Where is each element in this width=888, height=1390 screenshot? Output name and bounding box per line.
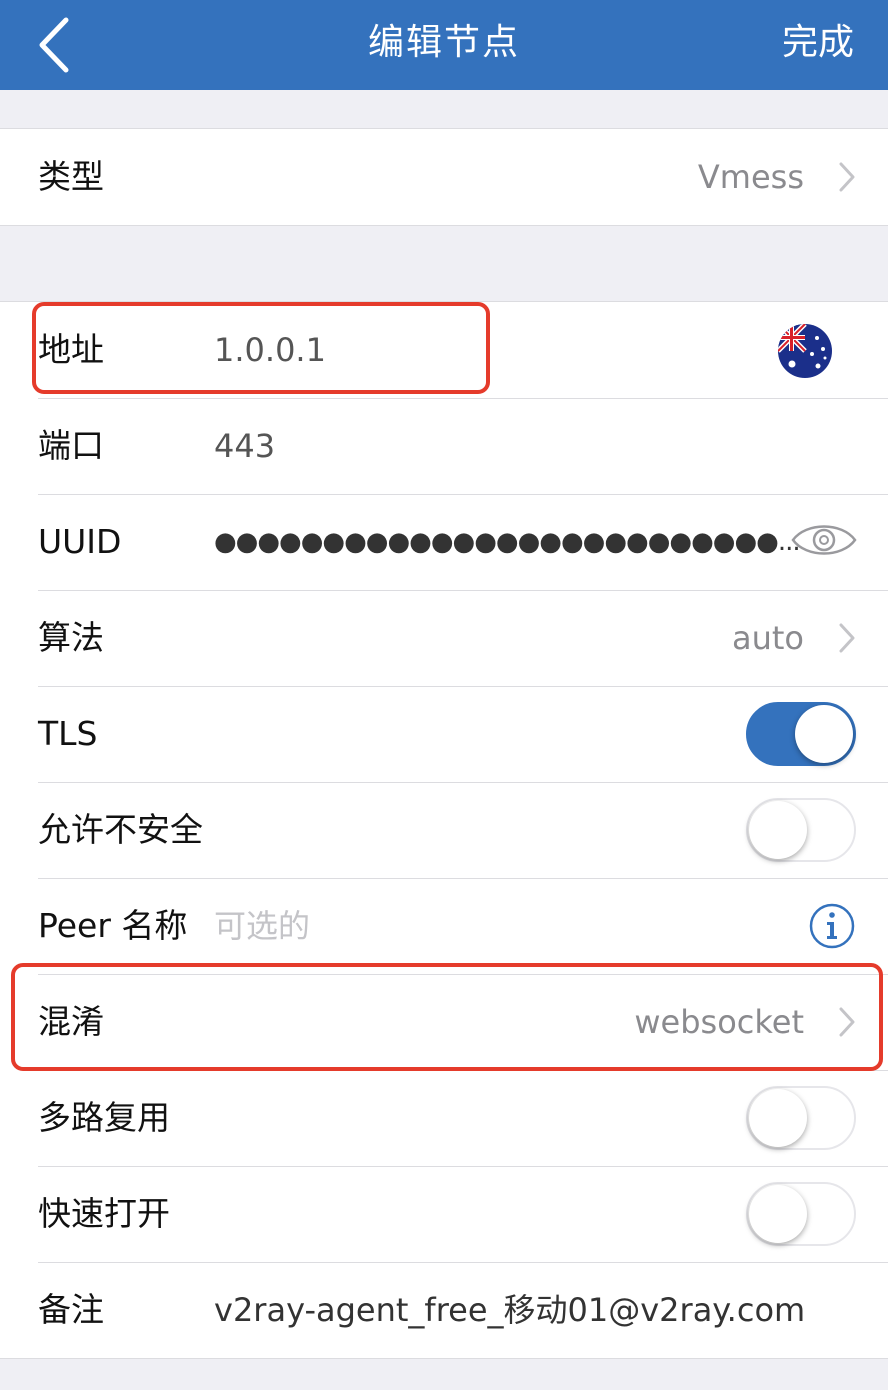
- type-label: 类型: [38, 157, 104, 196]
- eye-icon[interactable]: [790, 518, 858, 562]
- allow-insecure-toggle[interactable]: [746, 798, 856, 862]
- type-row[interactable]: 类型 Vmess: [0, 129, 888, 225]
- node-settings-group: 地址 1.0.0.1 端口 443 UUID ●●●●●●●●●●●●●●●●●…: [0, 301, 888, 1359]
- fast-open-label: 快速打开: [38, 1194, 170, 1233]
- fast-open-row: 快速打开: [0, 1166, 888, 1262]
- address-highlight-box: [32, 302, 490, 394]
- peer-name-field[interactable]: 可选的: [214, 878, 310, 974]
- type-value: Vmess: [697, 158, 804, 196]
- remark-field[interactable]: v2ray-agent_free_移动01@v2ray.com: [214, 1262, 805, 1358]
- peer-name-row: Peer 名称 可选的: [0, 878, 888, 974]
- toggle-knob: [749, 1089, 807, 1147]
- port-row: 端口 443: [0, 398, 888, 494]
- remark-label: 备注: [38, 1290, 104, 1329]
- obfuscation-highlight-box: [11, 963, 883, 1071]
- uuid-row: UUID ●●●●●●●●●●●●●●●●●●●●●●●●●●...: [0, 494, 888, 590]
- chevron-right-icon: [839, 623, 855, 653]
- algorithm-label: 算法: [38, 618, 104, 657]
- fast-open-toggle[interactable]: [746, 1182, 856, 1246]
- peer-name-label: Peer 名称: [38, 906, 188, 945]
- australia-flag-icon[interactable]: [778, 324, 832, 378]
- port-field[interactable]: 443: [214, 398, 275, 494]
- allow-insecure-label: 允许不安全: [38, 810, 203, 849]
- chevron-right-icon: [839, 162, 855, 192]
- tls-toggle[interactable]: [746, 702, 856, 766]
- allow-insecure-row: 允许不安全: [0, 782, 888, 878]
- info-icon[interactable]: [808, 902, 856, 950]
- toggle-knob: [749, 1185, 807, 1243]
- port-label: 端口: [38, 426, 104, 465]
- tls-row: TLS: [0, 686, 888, 782]
- multiplex-toggle[interactable]: [746, 1086, 856, 1150]
- remark-row: 备注 v2ray-agent_free_移动01@v2ray.com: [0, 1262, 888, 1358]
- algorithm-row[interactable]: 算法 auto: [0, 590, 888, 686]
- toggle-knob: [749, 801, 807, 859]
- done-button[interactable]: 完成: [782, 0, 854, 86]
- multiplex-label: 多路复用: [38, 1098, 170, 1137]
- multiplex-row: 多路复用: [0, 1070, 888, 1166]
- tls-label: TLS: [38, 714, 98, 753]
- type-group: 类型 Vmess: [0, 128, 888, 226]
- algorithm-value: auto: [731, 619, 804, 657]
- toggle-knob: [795, 705, 853, 763]
- page-title: 编辑节点: [367, 22, 520, 63]
- uuid-label: UUID: [38, 522, 122, 561]
- uuid-field[interactable]: ●●●●●●●●●●●●●●●●●●●●●●●●●●...: [214, 494, 801, 590]
- navigation-bar: 编辑节点 完成: [0, 0, 888, 90]
